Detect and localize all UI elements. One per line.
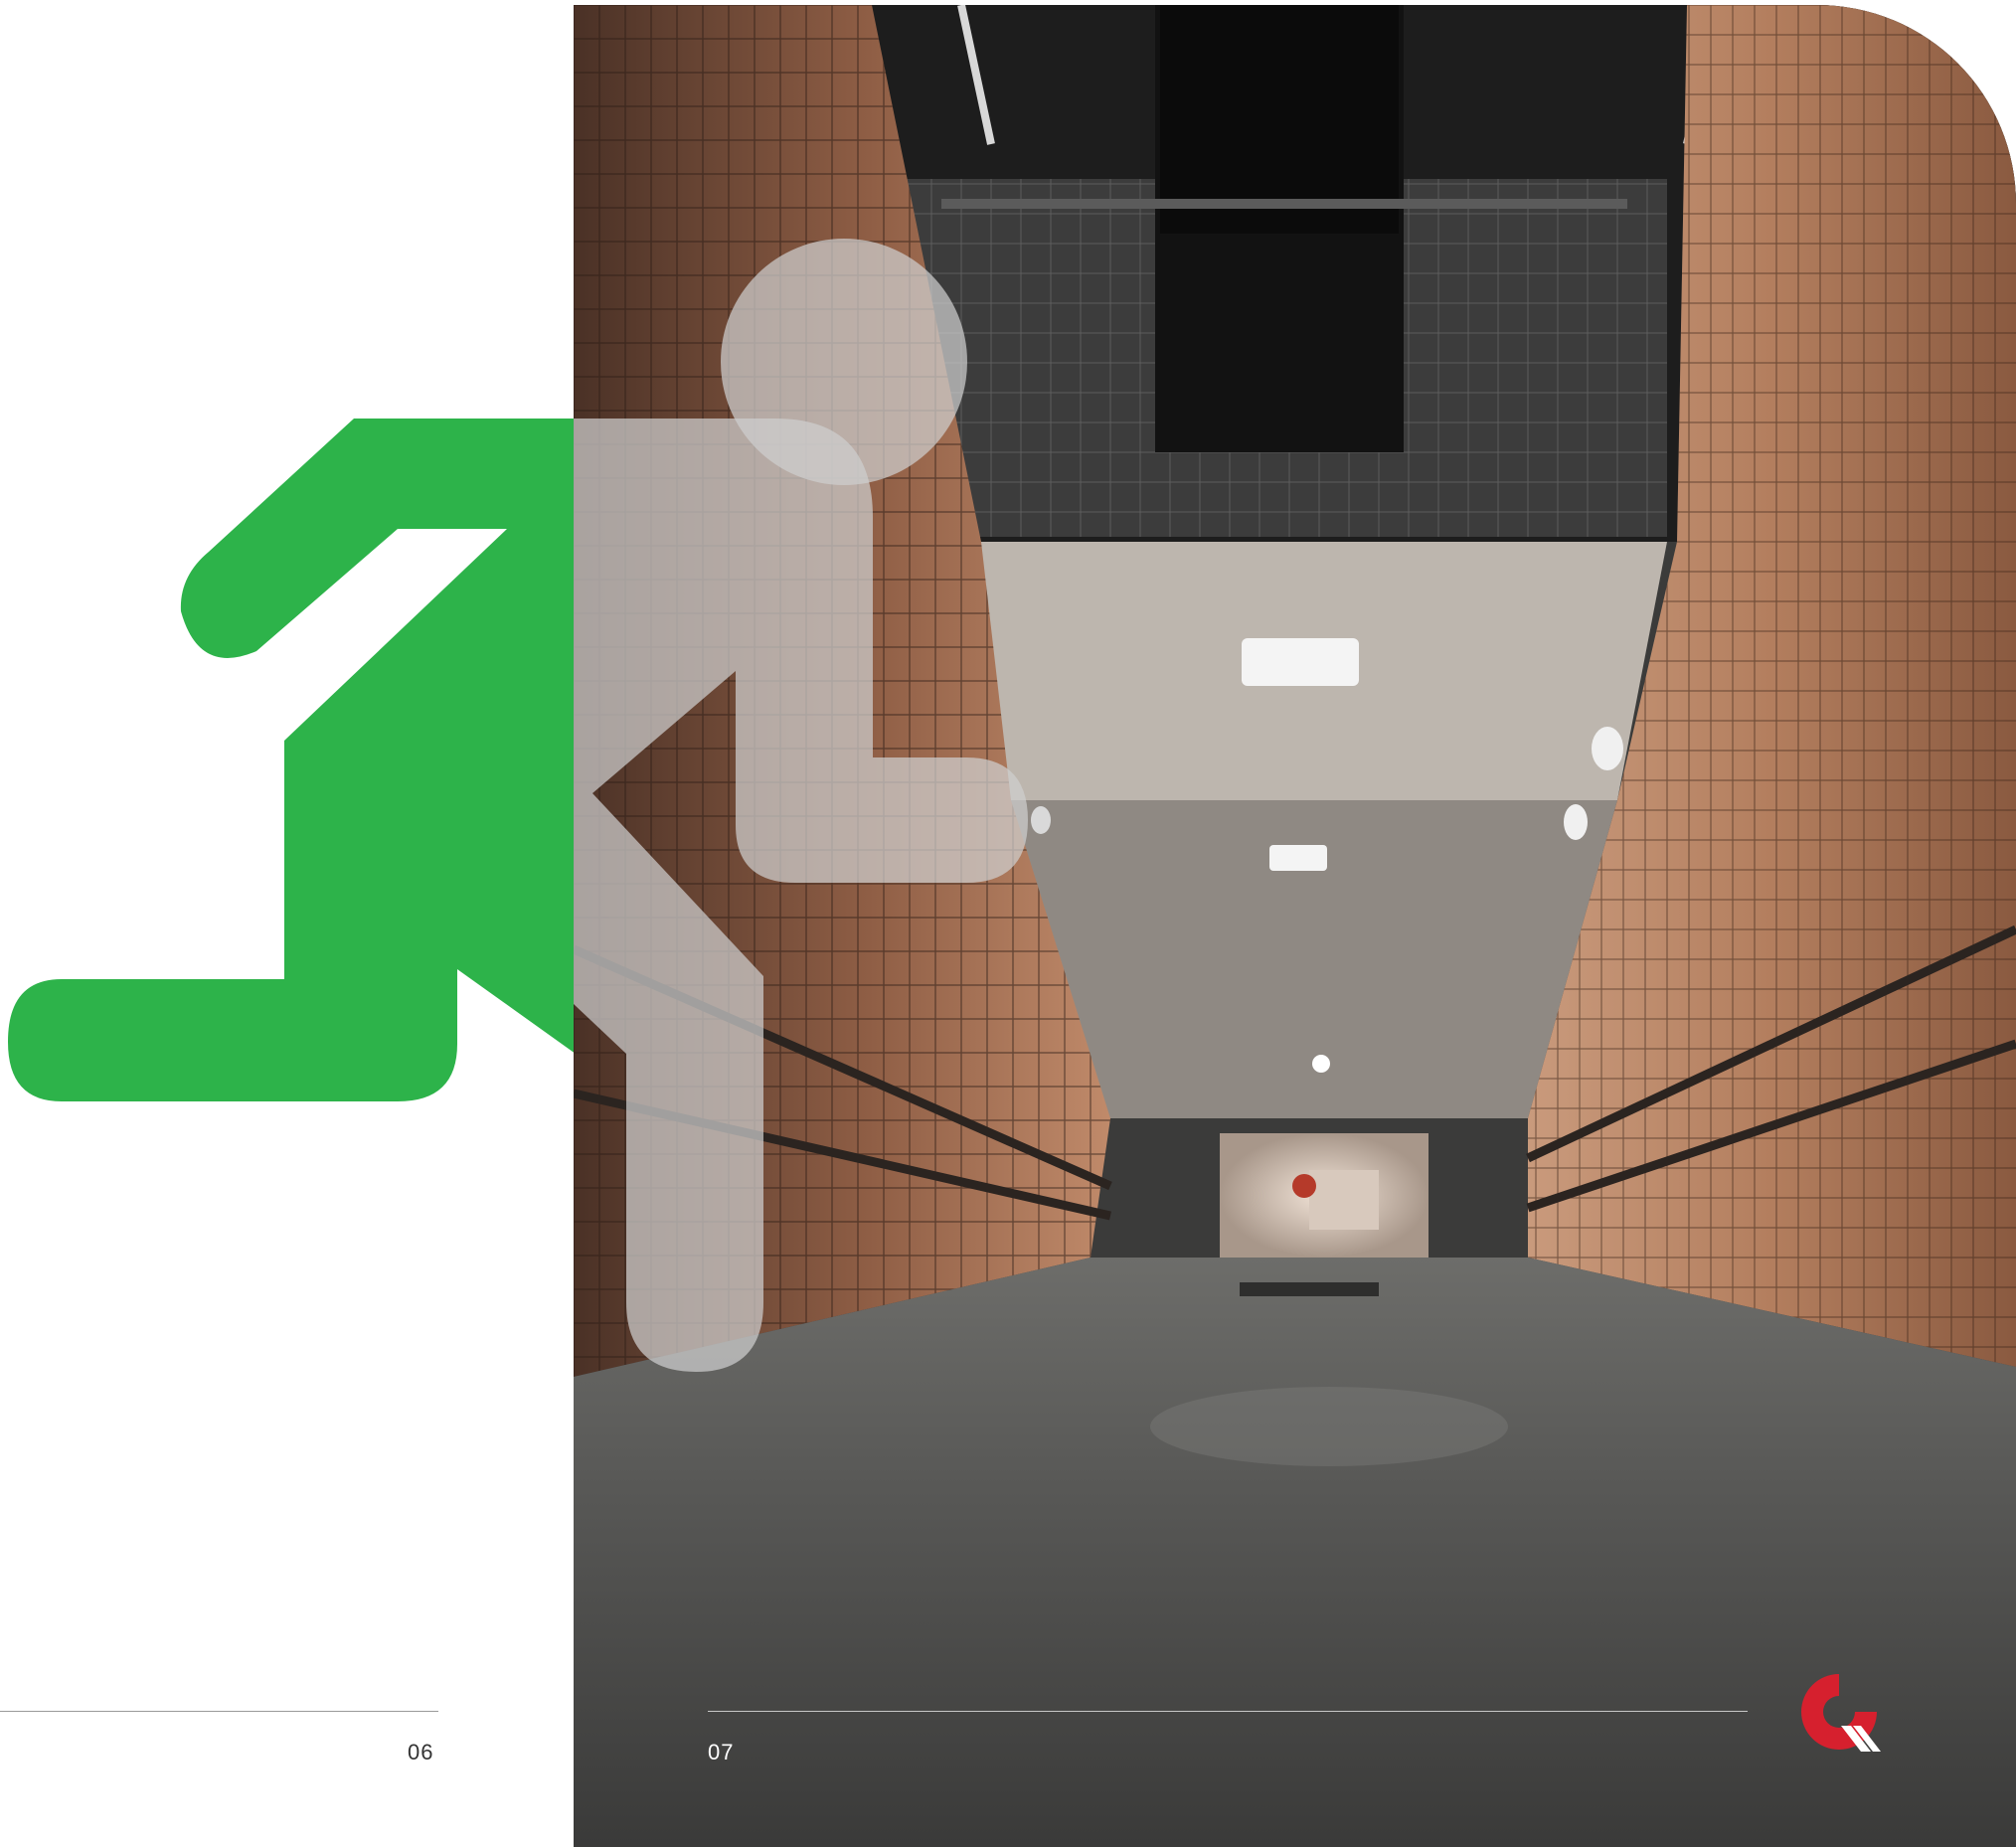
footer-rule-right (708, 1711, 1748, 1712)
tunnel-illustration (574, 5, 2016, 1847)
document-spread: 06 07 (0, 0, 2016, 1847)
footer-rule-left (0, 1711, 438, 1712)
page-number-right: 07 (708, 1740, 735, 1764)
brand-logo-icon (1801, 1674, 1881, 1752)
page-number-left: 06 (408, 1740, 434, 1764)
tunnel-photo (574, 5, 2016, 1847)
left-page (0, 0, 574, 1847)
